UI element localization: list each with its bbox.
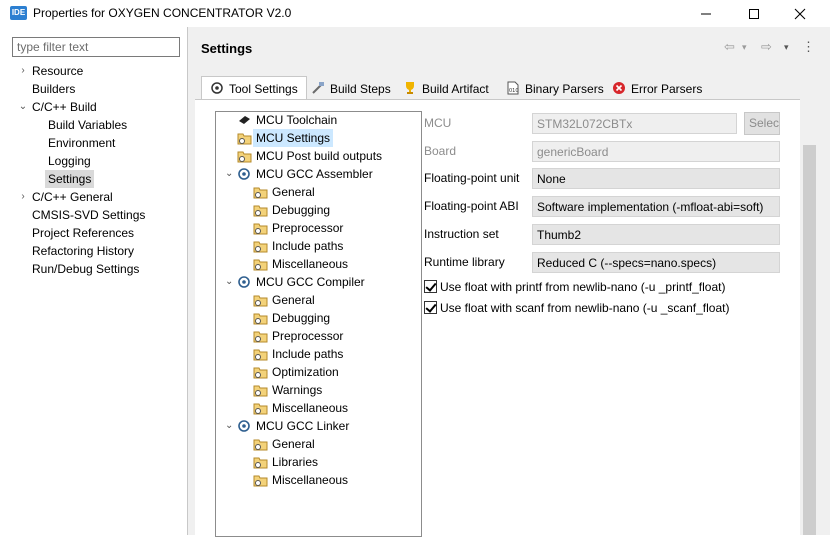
fpu-label: Floating-point unit <box>424 171 520 185</box>
runtime-library-select[interactable]: Reduced C (--specs=nano.specs) <box>532 252 780 273</box>
minimize-button[interactable] <box>683 0 729 27</box>
instruction-set-label: Instruction set <box>424 227 499 241</box>
edge-strip <box>819 99 830 535</box>
folder-gear-icon <box>253 241 268 253</box>
fpabi-select[interactable]: Software implementation (-mfloat-abi=sof… <box>532 196 780 217</box>
folder-gear-icon <box>253 367 268 379</box>
tool-gear-icon <box>238 276 250 288</box>
nav-item-refactoring-history[interactable]: Refactoring History <box>32 242 134 260</box>
tool-gear-icon <box>238 420 250 432</box>
tab-label: Tool Settings <box>229 82 298 96</box>
chevron-right-icon[interactable]: › <box>16 188 30 206</box>
filter-input[interactable] <box>12 37 180 57</box>
window-title: Properties for OXYGEN CONCENTRATOR V2.0 <box>33 6 292 20</box>
nav-item-settings[interactable]: Settings <box>45 170 95 188</box>
tab-binary-parsers[interactable]: 010 Binary Parsers <box>506 80 610 99</box>
folder-gear-icon <box>253 259 268 271</box>
close-button[interactable] <box>777 0 823 27</box>
folder-gear-icon <box>253 439 268 451</box>
tab-label: Error Parsers <box>631 82 703 96</box>
printf-float-checkbox[interactable] <box>424 280 437 293</box>
select-button[interactable]: Select <box>744 112 780 135</box>
tab-build-artifact[interactable]: Build Artifact <box>403 80 495 99</box>
trophy-icon <box>406 82 414 94</box>
tab-build-steps[interactable]: Build Steps <box>311 80 397 99</box>
build-steps-icon <box>312 82 324 94</box>
mcu-field: STM32L072CBTx <box>532 113 737 134</box>
chevron-right-icon[interactable]: › <box>16 62 30 80</box>
chip-icon <box>239 116 250 124</box>
minimize-icon <box>701 13 711 14</box>
scrollbar-thumb[interactable] <box>803 145 816 535</box>
nav-item-run-debug[interactable]: Run/Debug Settings <box>32 260 139 278</box>
folder-gear-icon <box>253 187 268 199</box>
nav-item-logging[interactable]: Logging <box>48 152 91 170</box>
folder-gear-icon <box>253 223 268 235</box>
tab-label: Binary Parsers <box>525 82 604 96</box>
folder-gear-icon <box>253 349 268 361</box>
nav-item-cc-general[interactable]: C/C++ General <box>32 188 113 206</box>
view-menu-icon[interactable]: ⋮ <box>802 38 815 56</box>
nav-item-cc-build[interactable]: C/C++ Build <box>32 98 97 116</box>
app-icon: IDE <box>10 6 27 20</box>
maximize-button[interactable] <box>731 0 777 27</box>
tool-settings-icon <box>211 82 223 94</box>
chevron-down-icon[interactable]: ⌄ <box>16 98 30 116</box>
nav-item-build-variables[interactable]: Build Variables <box>48 116 127 134</box>
nav-item-project-references[interactable]: Project References <box>32 224 134 242</box>
nav-item-environment[interactable]: Environment <box>48 134 115 152</box>
back-dropdown-icon[interactable]: ▾ <box>742 38 747 56</box>
folder-gear-icon <box>253 331 268 343</box>
folder-gear-icon <box>237 133 252 145</box>
fpu-select[interactable]: None <box>532 168 780 189</box>
scanf-float-label: Use float with scanf from newlib-nano (-… <box>440 301 730 315</box>
tab-error-parsers[interactable]: Error Parsers <box>612 80 708 99</box>
folder-gear-icon <box>253 313 268 325</box>
close-icon <box>794 8 806 19</box>
tab-label: Build Artifact <box>422 82 489 96</box>
maximize-icon <box>749 8 759 19</box>
svg-text:010: 010 <box>509 88 519 94</box>
nav-item-builders[interactable]: Builders <box>32 80 75 98</box>
folder-gear-icon <box>237 151 252 163</box>
folder-gear-icon <box>253 385 268 397</box>
page-title: Settings <box>201 41 253 56</box>
board-field: genericBoard <box>532 141 780 162</box>
nav-item-cmsis-svd[interactable]: CMSIS-SVD Settings <box>32 206 145 224</box>
printf-float-label: Use float with printf from newlib-nano (… <box>440 280 726 294</box>
instruction-set-select[interactable]: Thumb2 <box>532 224 780 245</box>
folder-gear-icon <box>253 295 268 307</box>
fpabi-label: Floating-point ABI <box>424 199 519 213</box>
nav-item-resource[interactable]: Resource <box>32 62 83 80</box>
back-arrow-icon[interactable]: ⇦ <box>724 38 735 56</box>
tool-gear-icon <box>238 168 250 180</box>
folder-gear-icon <box>253 475 268 487</box>
folder-gear-icon <box>253 403 268 415</box>
error-icon <box>613 82 625 94</box>
tab-tool-settings[interactable]: Tool Settings <box>210 80 304 99</box>
board-label: Board <box>424 144 457 158</box>
forward-arrow-icon[interactable]: ⇨ <box>761 38 772 56</box>
forward-dropdown-icon[interactable]: ▾ <box>784 38 789 56</box>
mcu-label: MCU <box>424 116 452 130</box>
scanf-float-checkbox[interactable] <box>424 301 437 314</box>
tab-label: Build Steps <box>330 82 391 96</box>
folder-gear-icon <box>253 205 268 217</box>
folder-gear-icon <box>253 457 268 469</box>
runtime-library-label: Runtime library <box>424 255 505 269</box>
binary-file-icon: 010 <box>507 81 519 95</box>
